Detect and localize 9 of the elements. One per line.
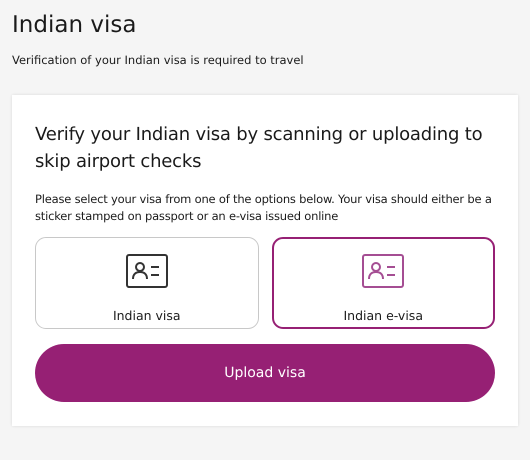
- visa-option[interactable]: Indian e-visa: [272, 237, 495, 329]
- upload-button[interactable]: Upload visa: [35, 344, 495, 402]
- card-heading: Verify your Indian visa by scanning or uploading to skip airport checks: [35, 123, 484, 174]
- id-card-icon: [126, 254, 168, 288]
- id-card-icon: [362, 254, 404, 288]
- card-description: Please select your visa from one of the options below. Your visa should either be a sticker stamped on passport or an e-visa issued online: [35, 191, 493, 225]
- visa-option[interactable]: Indian visa: [35, 237, 258, 329]
- page-subtitle: Verification of your Indian visa is required to travel: [12, 52, 305, 68]
- page-title: Indian visa: [12, 11, 138, 40]
